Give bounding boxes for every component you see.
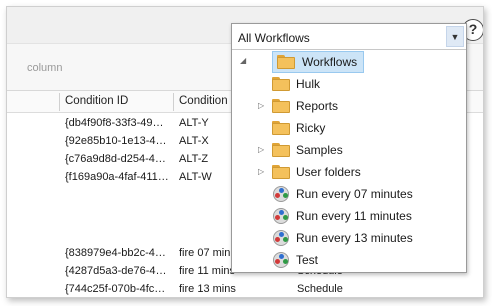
expand-icon[interactable]: ▷: [258, 145, 264, 154]
tree-item-ricky[interactable]: Ricky: [232, 118, 466, 138]
condition-id-cell: {838979e4-bb2c-4…: [65, 247, 166, 259]
tree-item-label: Test: [296, 253, 319, 267]
condition-id-cell: {4287d5a3-de76-4…: [65, 265, 167, 277]
tree-item-run-every-13-minutes[interactable]: Run every 13 minutes: [232, 228, 466, 248]
condition-id-cell: {744c25f-070b-4fc…: [65, 283, 166, 295]
workflow-icon: [273, 252, 289, 268]
column-separator[interactable]: [59, 93, 60, 111]
condition-cell: ALT-X: [179, 135, 209, 147]
folder-open-icon: [277, 55, 295, 69]
tree-item-label: Run every 11 minutes: [296, 209, 412, 223]
column-header-condition-id[interactable]: Condition ID: [65, 95, 128, 107]
folder-icon: [272, 143, 290, 157]
workflow-dropdown[interactable]: All Workflows ▼ ◢ Workflows Hulk ▷ Repor…: [231, 23, 467, 273]
folder-icon: [272, 99, 290, 113]
column-header-condition[interactable]: Condition: [179, 95, 228, 107]
tree-item-samples[interactable]: ▷ Samples: [232, 140, 466, 160]
tree-item-run-every-11-minutes[interactable]: Run every 11 minutes: [232, 206, 466, 226]
workflow-dropdown-header[interactable]: All Workflows ▼: [232, 24, 466, 50]
table-row[interactable]: {744c25f-070b-4fc… fire 13 mins Schedule: [7, 281, 483, 297]
condition-type-cell: Schedule: [297, 283, 343, 295]
workflow-icon: [273, 208, 289, 224]
tree-item-label: Reports: [296, 99, 339, 113]
condition-id-cell: {92e85b10-1e13-4…: [65, 135, 167, 147]
expand-icon[interactable]: ▷: [258, 101, 264, 110]
folder-icon: [272, 77, 290, 91]
expand-icon[interactable]: ▷: [258, 167, 264, 176]
workflow-dropdown-value: All Workflows: [238, 31, 310, 45]
app-window: column ? Condition ID Condition {db4f90f…: [6, 6, 484, 298]
condition-id-cell: {f169a90a-4faf-411…: [65, 171, 169, 183]
tree-item-label: User folders: [296, 165, 361, 179]
column-filter-hint[interactable]: column: [27, 62, 62, 74]
condition-id-cell: {db4f90f8-33f3-49…: [65, 117, 164, 129]
tree-item-test[interactable]: Test: [232, 250, 466, 270]
tree-item-label: Ricky: [296, 121, 326, 135]
dropdown-arrow-icon[interactable]: ▼: [446, 26, 464, 47]
condition-cell: ALT-W: [179, 171, 212, 183]
workflow-icon: [273, 186, 289, 202]
collapse-icon[interactable]: ◢: [240, 56, 246, 65]
tree-item-user-folders[interactable]: ▷ User folders: [232, 162, 466, 182]
condition-id-cell: {c76a9d8d-d254-4…: [65, 153, 166, 165]
condition-cell: ALT-Y: [179, 117, 209, 129]
tree-item-label: Hulk: [296, 77, 321, 91]
tree-item-run-every-07-minutes[interactable]: Run every 07 minutes: [232, 184, 466, 204]
condition-cell: ALT-Z: [179, 153, 209, 165]
tree-item-reports[interactable]: ▷ Reports: [232, 96, 466, 116]
condition-cell: fire 11 mins: [179, 265, 236, 277]
tree-item-workflows[interactable]: ◢ Workflows: [232, 52, 466, 72]
tree-item-label: Workflows: [302, 55, 358, 69]
tree-item-label: Run every 07 minutes: [296, 187, 413, 201]
condition-cell: fire 07 min: [179, 247, 231, 259]
folder-icon: [272, 121, 290, 135]
tree-item-hulk[interactable]: Hulk: [232, 74, 466, 94]
folder-icon: [272, 165, 290, 179]
column-separator[interactable]: [173, 93, 174, 111]
condition-cell: fire 13 mins: [179, 283, 236, 295]
workflow-icon: [273, 230, 289, 246]
tree-item-label: Run every 13 minutes: [296, 231, 413, 245]
tree-item-label: Samples: [296, 143, 343, 157]
